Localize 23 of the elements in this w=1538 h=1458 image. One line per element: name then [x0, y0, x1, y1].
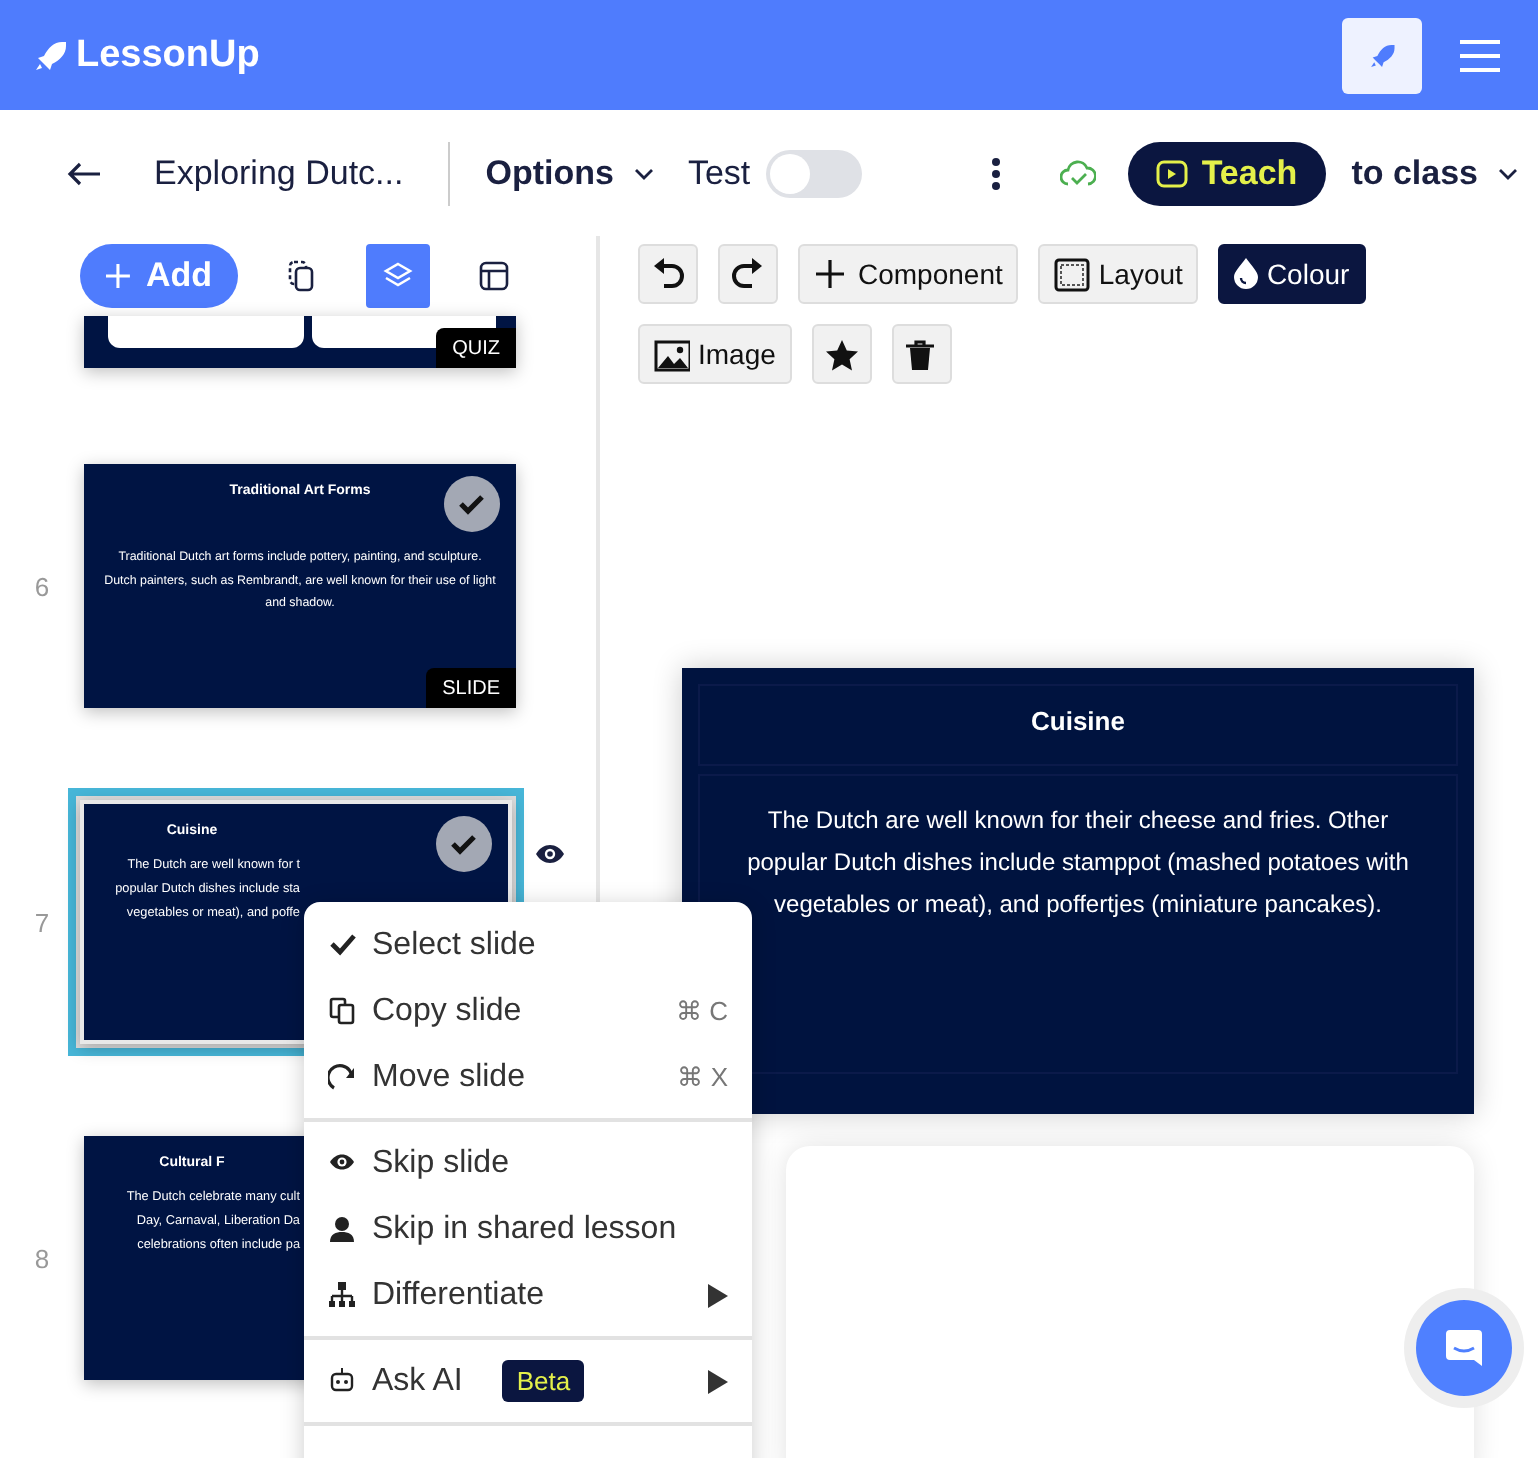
- slide-number: 7: [32, 907, 52, 937]
- slide-title: Cuisine: [698, 684, 1458, 766]
- image-button[interactable]: Image: [638, 324, 792, 384]
- slide-type-tag: SLIDE: [426, 668, 516, 708]
- lesson-title[interactable]: Exploring Dutc...: [154, 153, 404, 193]
- shortcut-label: ⌘ C: [676, 996, 728, 1026]
- slide-number: 6: [32, 571, 52, 601]
- options-dropdown[interactable]: Options: [485, 153, 654, 193]
- slide-type-tag: QUIZ: [436, 328, 516, 368]
- slide-thumbnail[interactable]: QUIZ: [84, 316, 516, 368]
- component-button[interactable]: Component: [798, 244, 1019, 304]
- test-label: Test: [687, 153, 751, 193]
- teach-button[interactable]: Teach: [1127, 141, 1326, 205]
- menu-item-label: Move slide: [372, 1059, 525, 1095]
- colour-button[interactable]: Colour: [1218, 244, 1366, 304]
- app-logo: LessonUp: [76, 33, 260, 77]
- shortcut-label: ⌘ X: [677, 1062, 728, 1092]
- menu-item-label: Skip slide: [372, 1145, 509, 1181]
- slide-number: 8: [32, 1243, 52, 1273]
- add-button[interactable]: Add: [80, 243, 238, 307]
- to-class-dropdown[interactable]: to class: [1351, 153, 1518, 193]
- beta-badge: Beta: [502, 1360, 585, 1402]
- layout-button[interactable]: Layout: [1038, 244, 1199, 304]
